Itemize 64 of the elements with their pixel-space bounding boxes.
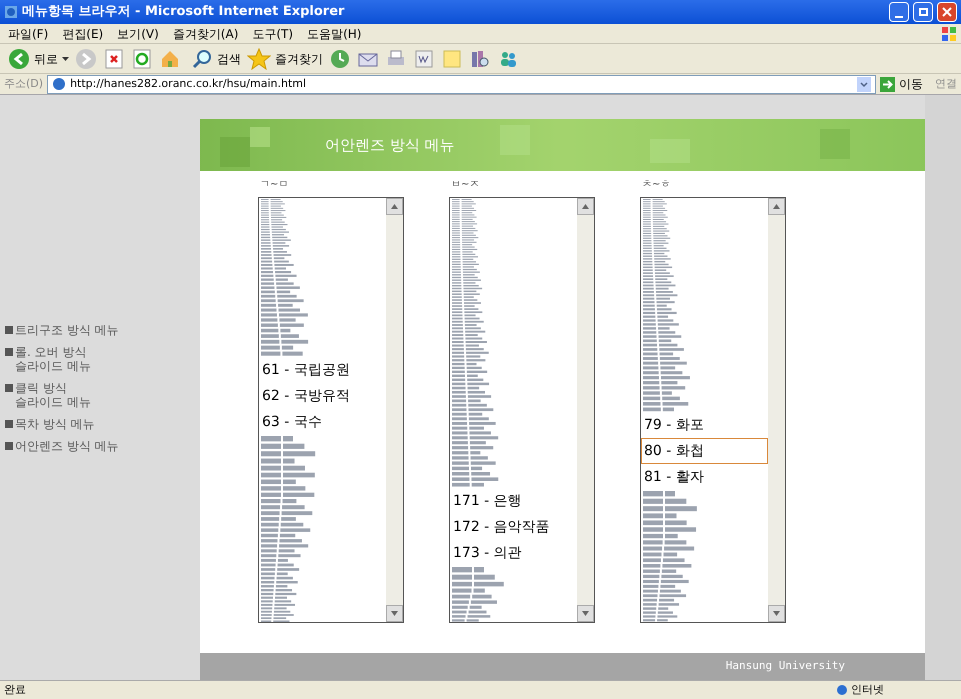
menu-item[interactable]: 보기(V) [117, 24, 159, 42]
status-text: 완료 [4, 682, 27, 698]
list-item[interactable]: 172 - 음악작품 [452, 514, 577, 540]
header-title: 어안렌즈 방식 메뉴 [325, 134, 455, 156]
list-item[interactable]: 62 - 국방유적 [261, 382, 386, 409]
scroll-down-icon[interactable] [386, 605, 403, 622]
scroll-down-icon[interactable] [577, 605, 594, 622]
sidebar-item[interactable]: 트리구조 방식 메뉴 [5, 322, 200, 336]
scrollbar[interactable] [386, 198, 403, 622]
dropdown-icon[interactable] [857, 76, 871, 92]
square-decoration [220, 127, 270, 167]
browser-icon [4, 5, 18, 19]
column-heading: ㄱ~ㅁ [259, 178, 290, 192]
footer-text: Hansung University [726, 658, 845, 674]
restore-button[interactable] [913, 2, 933, 22]
page-icon [52, 77, 66, 91]
go-button[interactable]: 이동 [880, 75, 923, 93]
refresh-icon[interactable] [131, 48, 153, 70]
list-item[interactable]: 81 - 활자 [643, 464, 768, 490]
sidebar-item[interactable]: 클릭 방식 슬라이드 메뉴 [5, 380, 200, 408]
scroll-up-icon[interactable] [768, 198, 785, 215]
sidebar-item[interactable]: 목차 방식 메뉴 [5, 416, 200, 430]
back-button[interactable]: 뒤로 [8, 48, 69, 70]
list-item[interactable]: 61 - 국립공원 [261, 356, 386, 383]
zone-text: 인터넷 [837, 682, 957, 698]
history-icon[interactable] [329, 48, 351, 70]
page-scrollbar[interactable] [925, 95, 961, 680]
stop-icon[interactable] [103, 48, 125, 70]
list-item[interactable]: 63 - 국수 [261, 408, 386, 435]
favorites-button[interactable]: 즐겨찾기 [247, 48, 323, 70]
scroll-down-icon[interactable] [768, 605, 785, 622]
search-icon [191, 48, 213, 70]
scrollbar[interactable] [768, 198, 785, 622]
column-heading: ㅂ~ㅈ [450, 178, 480, 192]
list-item[interactable]: 79 - 화포 [643, 412, 768, 438]
scroll-up-icon[interactable] [386, 198, 403, 215]
address-field[interactable]: http://hanes282.oranc.co.kr/hsu/main.html [47, 74, 876, 94]
menu-item[interactable]: 편집(E) [62, 24, 104, 42]
menu-item[interactable]: 도움말(H) [307, 24, 362, 42]
sidebar-item[interactable]: 롤. 오버 방식 슬라이드 메뉴 [5, 344, 200, 372]
address-label: 주소(D) [4, 76, 44, 92]
column-heading: ㅊ~ㅎ [641, 178, 672, 192]
search-button[interactable]: 검색 [191, 48, 241, 70]
star-icon [247, 48, 271, 70]
window-title: 메뉴항목 브라우저 - Microsoft Internet Explorer [22, 3, 346, 22]
document-icon[interactable] [413, 48, 435, 70]
scrollbar[interactable] [577, 198, 594, 622]
list-item[interactable]: 173 - 의관 [452, 540, 577, 566]
arrow-icon [880, 76, 895, 92]
menu-item[interactable]: 도구(T) [252, 24, 294, 42]
fisheye-list[interactable]: 79 - 화포 80 - 화첩 81 - 활자 [640, 197, 786, 623]
menu-item[interactable]: 파일(F) [8, 24, 48, 42]
close-button[interactable] [937, 2, 957, 22]
list-item[interactable]: 171 - 은행 [452, 488, 577, 514]
close-icon [942, 7, 952, 17]
menu-item[interactable]: 즐겨찾기(A) [172, 24, 238, 42]
minimize-button[interactable] [889, 2, 909, 22]
fisheye-list[interactable]: 171 - 은행 172 - 음악작품 173 - 의관 [449, 197, 595, 623]
sidebar-item[interactable]: 어안렌즈 방식 메뉴 [5, 438, 200, 452]
list-item[interactable]: 80 - 화첩 [641, 438, 768, 464]
windows-logo-icon [941, 26, 957, 42]
fisheye-list[interactable]: 61 - 국립공원 62 - 국방유적 63 - 국수 [258, 197, 404, 623]
caret-icon [62, 56, 69, 60]
scroll-up-icon[interactable] [577, 198, 594, 215]
